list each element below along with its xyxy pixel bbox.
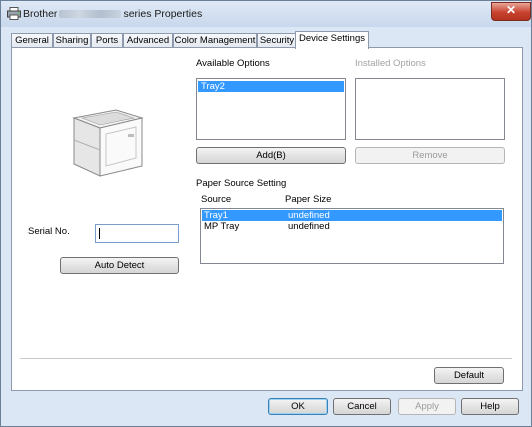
table-row[interactable]: MP Tray undefined xyxy=(202,221,502,232)
close-button[interactable]: ✕ xyxy=(491,2,531,21)
installed-options-label: Installed Options xyxy=(355,58,426,69)
source-cell: MP Tray xyxy=(204,221,240,232)
tab-sharing[interactable]: Sharing xyxy=(53,33,91,48)
paper-source-setting-label: Paper Source Setting xyxy=(196,178,287,189)
tab-security[interactable]: Security xyxy=(257,33,297,48)
paper-source-list[interactable]: Tray1 undefined MP Tray undefined xyxy=(200,208,504,264)
tab-ports[interactable]: Ports xyxy=(91,33,123,48)
paper-size-cell: undefined xyxy=(288,210,330,221)
remove-button[interactable]: Remove xyxy=(355,147,505,164)
column-header-paper-size[interactable]: Paper Size xyxy=(285,194,331,205)
window-title: Brother series Properties xyxy=(23,8,202,20)
tab-color-management[interactable]: Color Management xyxy=(173,33,257,48)
default-button[interactable]: Default xyxy=(434,367,504,384)
tab-device-settings[interactable]: Device Settings xyxy=(295,31,369,49)
apply-button[interactable]: Apply xyxy=(398,398,456,415)
column-header-source[interactable]: Source xyxy=(201,194,231,205)
redacted-model-name xyxy=(59,10,122,19)
list-item-selected[interactable]: Tray2 xyxy=(198,81,344,92)
tab-general[interactable]: General xyxy=(11,33,53,48)
available-options-list[interactable]: Tray2 xyxy=(196,78,346,140)
list-item-label: Tray2 xyxy=(201,81,225,92)
table-row[interactable]: Tray1 undefined xyxy=(202,210,502,221)
printer-icon xyxy=(7,7,21,20)
printer-illustration xyxy=(72,109,144,177)
window-title-prefix: Brother xyxy=(23,8,58,20)
paper-size-cell: undefined xyxy=(288,221,330,232)
divider xyxy=(20,358,512,359)
source-cell: Tray1 xyxy=(204,210,228,221)
tab-advanced[interactable]: Advanced xyxy=(123,33,173,48)
text-caret xyxy=(99,228,100,239)
installed-options-list[interactable] xyxy=(355,78,505,140)
properties-window: Brother series Properties ✕ General Shari… xyxy=(0,0,532,427)
cancel-button[interactable]: Cancel xyxy=(333,398,391,415)
auto-detect-button[interactable]: Auto Detect xyxy=(60,257,179,274)
device-settings-panel: Available Options Installed Options Tray… xyxy=(11,47,523,391)
window-title-suffix: series Properties xyxy=(123,8,203,20)
add-button[interactable]: Add(B) xyxy=(196,147,346,164)
available-options-label: Available Options xyxy=(196,58,270,69)
close-icon: ✕ xyxy=(505,3,517,17)
title-bar[interactable]: Brother series Properties ✕ xyxy=(1,1,531,27)
serial-number-input[interactable] xyxy=(95,224,179,243)
ok-button[interactable]: OK xyxy=(268,398,328,415)
help-button[interactable]: Help xyxy=(461,398,519,415)
serial-number-label: Serial No. xyxy=(28,226,70,237)
